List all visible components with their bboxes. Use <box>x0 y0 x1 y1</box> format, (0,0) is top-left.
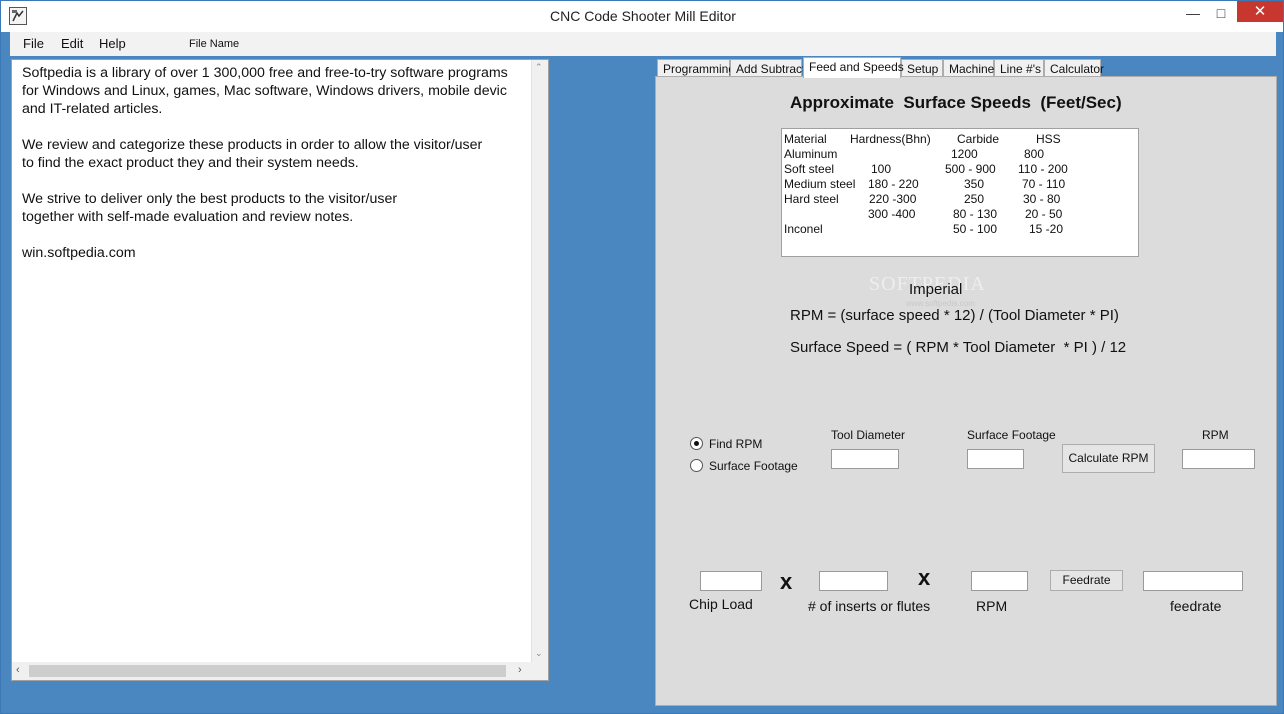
tool-diameter-label: Tool Diameter <box>831 428 906 442</box>
editor-text[interactable]: Softpedia is a library of over 1 300,000… <box>22 64 530 262</box>
feedrate-label: feedrate <box>1170 598 1222 614</box>
table-cell: 80 - 130 <box>953 207 998 221</box>
table-header: Carbide <box>957 132 1000 146</box>
surface-speed-formula: Surface Speed = ( RPM * Tool Diameter * … <box>790 339 1127 356</box>
maximize-button[interactable]: □ <box>1207 1 1235 25</box>
rpm-feed-label: RPM <box>976 598 1008 614</box>
table-cell: 30 - 80 <box>1023 192 1061 206</box>
rpm-formula: RPM = (surface speed * 12) / (Tool Diame… <box>790 307 1119 324</box>
rpm-input[interactable] <box>1182 449 1255 469</box>
scroll-down-icon[interactable]: ⌄ <box>535 648 543 659</box>
find-rpm-radio[interactable] <box>690 437 703 450</box>
window-title: CNC Code Shooter Mill Editor <box>550 8 736 24</box>
table-cell: 1200 <box>951 147 978 161</box>
imperial-label: Imperial <box>909 281 963 298</box>
table-cell: 250 <box>964 192 985 206</box>
tab-feed-and-speeds[interactable]: Feed and Speeds <box>803 57 904 78</box>
chip-load-label: Chip Load <box>689 596 753 612</box>
surface-footage-input[interactable] <box>967 449 1024 469</box>
table-cell: 15 -20 <box>1029 222 1064 236</box>
table-cell: 800 <box>1024 147 1045 161</box>
app-window: CNC Code Shooter Mill Editor — □ ✕ File … <box>0 0 1284 714</box>
table-cell: 220 -300 <box>869 192 917 206</box>
feed-and-speeds-panel: Approximate Surface Speeds (Feet/Sec) Ma… <box>655 76 1277 706</box>
surface-speeds-table: Material Hardness(Bhn) Carbide HSS Alumi… <box>781 128 1139 257</box>
horizontal-scroll-thumb[interactable] <box>29 665 506 677</box>
table-header: HSS <box>1036 132 1061 146</box>
table-cell: 100 <box>871 162 892 176</box>
code-editor[interactable]: Softpedia is a library of over 1 300,000… <box>11 59 549 681</box>
inserts-input[interactable] <box>819 571 888 591</box>
file-name-label: File Name <box>189 38 240 50</box>
menu-help[interactable]: Help <box>99 36 126 51</box>
table-cell: 110 - 200 <box>1018 162 1068 176</box>
table-header: Material <box>784 132 827 146</box>
table-cell: 20 - 50 <box>1025 207 1063 221</box>
table-cell: 70 - 110 <box>1022 177 1066 191</box>
multiply-icon: x <box>780 569 793 594</box>
surface-footage-radio-label[interactable]: Surface Footage <box>709 459 798 473</box>
table-cell: Aluminum <box>784 147 838 161</box>
table-cell: 500 - 900 <box>945 162 996 176</box>
minimize-button[interactable]: — <box>1179 1 1207 25</box>
find-rpm-label[interactable]: Find RPM <box>709 437 762 451</box>
scroll-right-icon[interactable]: › <box>518 664 522 676</box>
tool-diameter-input[interactable] <box>831 449 899 469</box>
chip-load-input[interactable] <box>700 571 762 591</box>
scroll-left-icon[interactable]: ‹ <box>16 664 20 676</box>
surface-footage-radio[interactable] <box>690 459 703 472</box>
table-cell: 350 <box>964 177 985 191</box>
inserts-label: # of inserts or flutes <box>808 598 931 614</box>
table-cell: Medium steel <box>784 177 856 191</box>
surface-speeds-heading: Approximate Surface Speeds (Feet/Sec) <box>790 93 1122 112</box>
feedrate-input[interactable] <box>1143 571 1243 591</box>
table-cell: Soft steel <box>784 162 835 176</box>
table-cell: Inconel <box>784 222 823 236</box>
vertical-scrollbar[interactable]: ⌃ ⌄ <box>531 60 548 664</box>
menu-file[interactable]: File <box>23 36 44 51</box>
rpm-feed-input[interactable] <box>971 571 1028 591</box>
table-header: Hardness(Bhn) <box>850 132 931 146</box>
scroll-up-icon[interactable]: ⌃ <box>535 62 543 73</box>
table-cell: 180 - 220 <box>868 177 919 191</box>
horizontal-scrollbar[interactable]: ‹ › <box>12 662 548 680</box>
surface-footage-label: Surface Footage <box>967 428 1056 442</box>
feedrate-button[interactable]: Feedrate <box>1050 570 1123 591</box>
table-cell: 300 -400 <box>868 207 916 221</box>
rpm-label: RPM <box>1202 428 1229 442</box>
table-cell: 50 - 100 <box>953 222 998 236</box>
close-button[interactable]: ✕ <box>1237 1 1283 22</box>
table-cell: Hard steel <box>784 192 839 206</box>
menu-bar: File Edit Help File Name <box>10 32 1276 56</box>
multiply-icon: x <box>918 565 931 590</box>
title-bar: CNC Code Shooter Mill Editor — □ ✕ <box>1 1 1283 32</box>
menu-edit[interactable]: Edit <box>61 36 83 51</box>
calculate-rpm-button[interactable]: Calculate RPM <box>1062 444 1155 473</box>
